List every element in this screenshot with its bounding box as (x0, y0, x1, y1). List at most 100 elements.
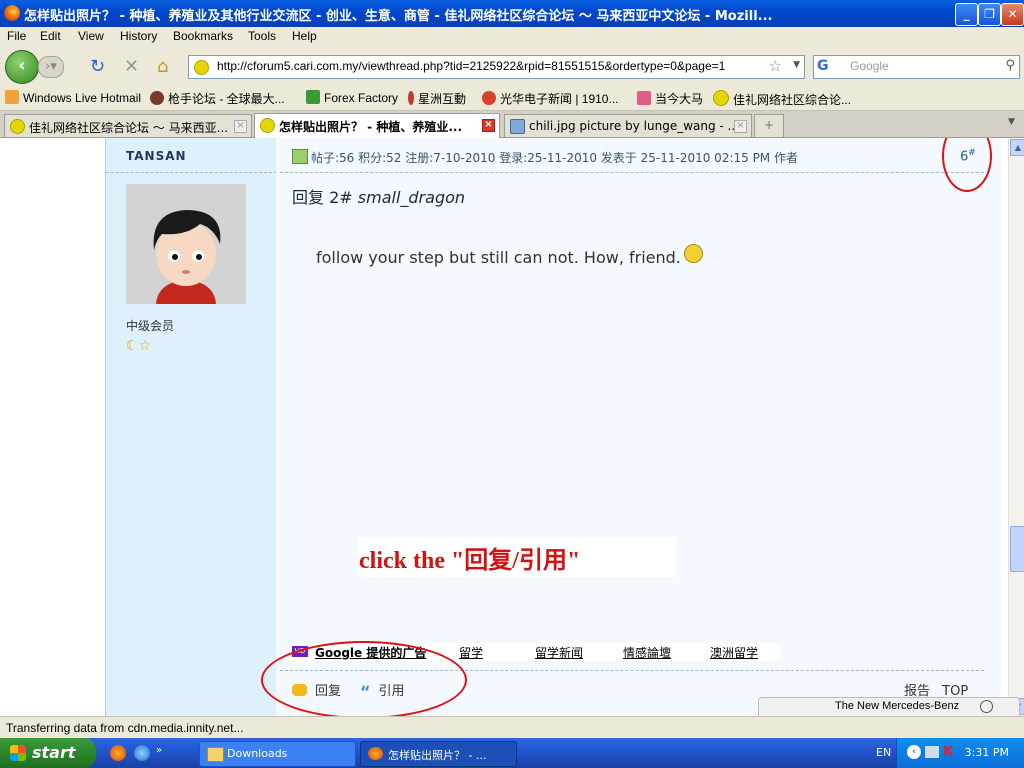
popup-ad[interactable]: The New Mercedes-Benz (758, 697, 1020, 717)
search-box[interactable]: G Google ⚲ (813, 55, 1020, 79)
back-button[interactable]: ‹ (5, 50, 39, 84)
highlight-oval (261, 641, 467, 716)
menu-tools[interactable]: Tools (248, 29, 276, 43)
divider (106, 172, 277, 173)
navigation-toolbar: ‹ ›▾ ↻ ✕ ⌂ http://cforum5.cari.com.my/vi… (0, 47, 1024, 86)
firefox-icon (4, 5, 20, 21)
annotation-text: click the "回复/引用" (359, 548, 581, 574)
url-bar[interactable]: http://cforum5.cari.com.my/viewthread.ph… (188, 55, 805, 79)
minimize-button[interactable]: _ (955, 3, 978, 26)
tab-cari-home[interactable]: 佳礼网络社区综合论坛 ～ 马来西亚... × (4, 114, 252, 137)
site-icon (408, 91, 414, 105)
site-icon (637, 91, 651, 105)
plus-icon: + (763, 118, 775, 132)
rank-stars: ☾☆ (126, 338, 152, 354)
menu-history[interactable]: History (120, 29, 157, 43)
tab-bar: 佳礼网络社区综合论坛 ～ 马来西亚... × 怎样贴出照片？ - 种植、养殖业.… (0, 111, 1024, 138)
menu-bar: File Edit View History Bookmarks Tools H… (0, 27, 1024, 47)
scroll-thumb[interactable] (1010, 526, 1024, 572)
reply-target-user[interactable]: small_dragon (358, 188, 465, 207)
tab-current-thread[interactable]: 怎样贴出照片？ - 种植、养殖业... × (254, 113, 500, 138)
bookmark-item[interactable]: 星洲互動 (408, 90, 466, 107)
search-placeholder: Google (850, 59, 889, 73)
clock: 3:31 PM (964, 746, 1009, 759)
bookmark-item[interactable]: 光华电子新闻 | 1910... (482, 90, 618, 107)
window-titlebar[interactable]: 怎样贴出照片？ - 种植、养殖业及其他行业交流区 - 创业、生意、商管 - 佳礼… (0, 0, 1024, 27)
mail-icon (5, 90, 19, 104)
maximize-button[interactable]: ❐ (978, 3, 1001, 26)
popup-close-icon[interactable] (980, 700, 993, 713)
site-icon (306, 90, 320, 104)
ad-link[interactable]: 留学新闻 (535, 644, 583, 661)
post-author-column: TANSAN 中级会员 ☾☆ (105, 138, 277, 716)
stop-icon[interactable]: ✕ (124, 56, 139, 77)
windows-logo-icon (10, 745, 26, 761)
home-icon[interactable]: ⌂ (157, 56, 168, 77)
language-indicator[interactable]: EN (876, 746, 891, 759)
author-username[interactable]: TANSAN (126, 149, 187, 163)
page-content: TANSAN 中级会员 ☾☆ 帖子:56 积分:52 注册:7-10-2010 … (0, 138, 1008, 716)
smiley-icon (683, 244, 703, 263)
tab-list-icon[interactable]: ▼ (1008, 117, 1015, 127)
post-meta-text: 帖子:56 积分:52 注册:7-10-2010 登录:25-11-2010 发… (311, 151, 798, 165)
tab-close-icon[interactable]: × (482, 119, 495, 132)
bookmark-item[interactable]: 佳礼网络社区综合论... (713, 90, 851, 108)
bookmark-star-icon[interactable]: ☆ (769, 57, 782, 75)
divider (280, 172, 984, 173)
more-quicklaunch-icon[interactable]: » (156, 745, 172, 761)
profile-icon (292, 149, 308, 164)
system-tray: ‹ K 3:31 PM (896, 738, 1024, 768)
ad-link[interactable]: 澳洲留学 (710, 644, 758, 661)
tray-expand-icon[interactable]: ‹ (907, 745, 921, 759)
new-tab-button[interactable]: + (754, 114, 784, 137)
site-favicon-icon (10, 119, 25, 134)
forward-button[interactable]: ›▾ (38, 56, 64, 78)
start-button[interactable]: start (0, 738, 96, 768)
post-body-column: 帖子:56 积分:52 注册:7-10-2010 登录:25-11-2010 发… (276, 138, 1001, 716)
scroll-up-icon[interactable]: ▲ (1010, 139, 1024, 156)
url-dropdown-icon[interactable]: ▼ (793, 60, 800, 70)
firefox-quicklaunch-icon[interactable] (110, 745, 126, 761)
tab-close-icon[interactable]: × (734, 120, 747, 133)
reload-icon[interactable]: ↻ (90, 56, 105, 77)
ie-quicklaunch-icon[interactable] (134, 745, 150, 761)
annotation-box: click the "回复/引用" (359, 537, 676, 577)
search-magnifier-icon[interactable]: ⚲ (1005, 58, 1015, 73)
ad-link[interactable]: 情感論壇 (623, 644, 671, 661)
bookmark-item[interactable]: Windows Live Hotmail (5, 90, 141, 105)
network-icon[interactable] (925, 746, 939, 758)
site-favicon-icon (194, 60, 209, 75)
ad-link[interactable]: 留学 (459, 644, 483, 661)
menu-help[interactable]: Help (292, 29, 317, 43)
close-button[interactable]: ✕ (1001, 3, 1024, 26)
vertical-scrollbar[interactable]: ▲ ▼ (1008, 138, 1024, 716)
bookmark-item[interactable]: 当今大马 (637, 90, 703, 107)
url-text: http://cforum5.cari.com.my/viewthread.ph… (217, 59, 726, 73)
taskbar-item-firefox[interactable]: 怎样贴出照片？ - ... (360, 741, 517, 767)
image-icon (510, 119, 525, 134)
site-favicon-icon (260, 118, 275, 133)
menu-view[interactable]: View (78, 29, 104, 43)
post-message: follow your step but still can not. How,… (316, 244, 703, 267)
status-bar: Transferring data from cdn.media.innity.… (0, 716, 1024, 739)
avatar[interactable] (126, 184, 246, 304)
tab-chili-picture[interactable]: chili.jpg picture by lunge_wang - ... × (504, 114, 752, 137)
tab-close-icon[interactable]: × (234, 120, 247, 133)
menu-bookmarks[interactable]: Bookmarks (173, 29, 233, 43)
site-icon (150, 91, 164, 105)
window-title: 怎样贴出照片？ - 种植、养殖业及其他行业交流区 - 创业、生意、商管 - 佳礼… (24, 9, 773, 24)
bookmark-item[interactable]: 枪手论坛 - 全球最大... (150, 90, 285, 107)
member-rank: 中级会员 (126, 319, 175, 333)
menu-file[interactable]: File (7, 29, 26, 43)
taskbar-item-downloads[interactable]: Downloads (199, 741, 356, 767)
menu-edit[interactable]: Edit (40, 29, 61, 43)
bookmark-item[interactable]: Forex Factory (306, 90, 398, 105)
site-icon (713, 90, 729, 106)
post-meta: 帖子:56 积分:52 注册:7-10-2010 登录:25-11-2010 发… (292, 149, 798, 166)
reply-title: 回复 2# small_dragon (292, 188, 466, 207)
antivirus-icon[interactable]: K (943, 744, 954, 760)
folder-icon (207, 747, 224, 762)
status-text: Transferring data from cdn.media.innity.… (6, 721, 244, 735)
firefox-icon (368, 747, 383, 760)
google-icon[interactable]: G (817, 58, 833, 74)
